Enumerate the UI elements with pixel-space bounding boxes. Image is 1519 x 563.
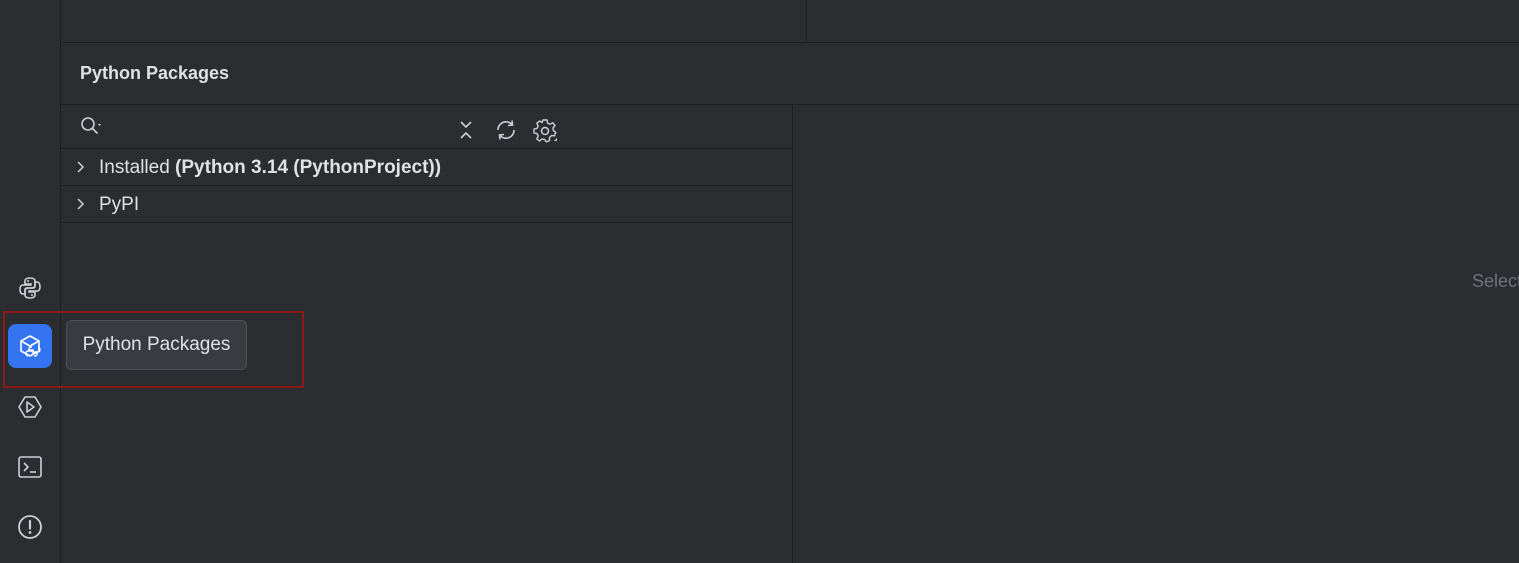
chevron-right-icon[interactable] [73,159,89,175]
refresh-button[interactable] [493,117,519,143]
highlight-box [3,311,304,388]
services-icon [18,396,42,418]
panel-header: Python Packages [61,43,1519,105]
terminal-icon [18,456,42,478]
tool-window-strip [0,0,61,563]
ide-window: Python Packages Installed (Python 3.14 (… [0,0,1519,563]
terminal-button[interactable] [8,445,52,489]
chevron-right-icon[interactable] [73,196,89,212]
python-console-button[interactable] [8,266,52,310]
tree-node-pypi[interactable]: PyPI [61,186,792,223]
problems-button[interactable] [8,505,52,549]
panel-title: Python Packages [80,63,230,83]
installed-prefix: Installed [99,157,176,178]
settings-button[interactable] [532,117,558,143]
editor-tab-area [61,0,1519,43]
gear-icon [533,119,557,143]
collapse-all-button[interactable] [453,117,479,143]
collapse-all-icon [460,121,472,139]
search-input[interactable] [109,115,489,139]
python-console-icon [19,277,41,299]
search-icon[interactable] [79,115,105,137]
services-button[interactable] [8,385,52,429]
detail-empty-text: Select [1472,271,1519,291]
installed-interpreter: (Python 3.14 (PythonProject)) [175,157,442,178]
pypi-label: PyPI [99,194,140,215]
refresh-icon [497,120,515,140]
tree-node-installed[interactable]: Installed (Python 3.14 (PythonProject)) [61,149,792,186]
search-row [61,105,792,149]
installed-label: Installed (Python 3.14 (PythonProject)) [99,157,441,179]
editor-split-divider [806,0,807,43]
problems-icon [18,515,42,539]
package-detail-panel: Select [793,105,1519,563]
